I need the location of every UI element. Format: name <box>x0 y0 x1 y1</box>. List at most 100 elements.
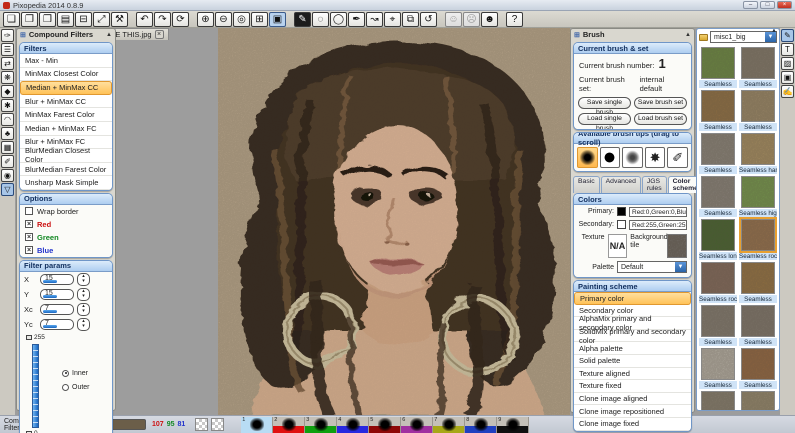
brush-tool-button[interactable]: ✑ <box>1 29 14 42</box>
new-file-button[interactable]: ❏ <box>3 12 20 27</box>
shuffle-button[interactable]: ⇄ <box>1 57 14 70</box>
filter-item[interactable]: Blur + MinMax CC <box>20 95 112 109</box>
painting-scheme-item[interactable]: Texture fixed <box>574 380 691 393</box>
tab-close-icon[interactable]: × <box>155 30 164 39</box>
secondary-color-swatch[interactable] <box>617 220 626 229</box>
painting-scheme-item[interactable]: Clone image repositioned <box>574 405 691 418</box>
canvas-workspace[interactable] <box>116 28 570 415</box>
load-brush-set-button[interactable]: Load brush set <box>634 113 687 125</box>
filter-item[interactable]: BlurMedian Closest Color <box>20 149 112 163</box>
monitor-button[interactable]: ▣ <box>269 12 286 27</box>
close-button[interactable]: × <box>777 1 792 9</box>
param-spinner[interactable]: ▴▾ <box>77 318 90 331</box>
transparency-swatch-1[interactable] <box>195 418 208 431</box>
panel-title-bar[interactable]: ⊞ Compound Filters ▲ <box>17 29 115 40</box>
texture-folder-dropdown[interactable]: misc1_big▼ <box>710 31 777 43</box>
texture-swatch[interactable]: Seamless rock <box>699 262 737 303</box>
param-value-field[interactable]: 7 <box>40 304 74 315</box>
brush-slot[interactable]: 1 <box>241 417 273 433</box>
painting-scheme-item[interactable]: Primary color <box>574 292 691 305</box>
mask-gray-button[interactable]: ☹ <box>463 12 480 27</box>
refresh-button[interactable]: ⟳ <box>172 12 189 27</box>
radio-inner[interactable]: Inner <box>62 370 88 377</box>
painting-scheme-item[interactable]: Clone image fixed <box>574 418 691 431</box>
painting-scheme-item[interactable]: SolidMix primary and secondary color <box>574 330 691 343</box>
filter-item[interactable]: BlurMedian Farest Color <box>20 163 112 177</box>
brush-tips-header[interactable]: Available brush tips (drag to scroll) <box>574 133 691 144</box>
arc-button[interactable]: ◠ <box>1 113 14 126</box>
save-single-brush-button[interactable]: Save single brush <box>578 97 631 109</box>
brush-tip-hard[interactable] <box>600 147 621 168</box>
knife-button[interactable]: ✐ <box>1 155 14 168</box>
option-row[interactable]: ×Red <box>20 218 112 231</box>
zoom-fit-button[interactable]: ⊞ <box>251 12 268 27</box>
redo-button[interactable]: ↷ <box>154 12 171 27</box>
painting-scheme-item[interactable]: Clone image aligned <box>574 393 691 406</box>
texture-swatch[interactable]: Seamless <box>699 305 737 346</box>
open-folder-button[interactable]: ▤ <box>57 12 74 27</box>
texture-swatch[interactable]: Seamless <box>699 90 737 131</box>
brush-slot[interactable]: 7 <box>433 417 465 433</box>
secondary-color-value[interactable]: Red:255,Green:255,Blue:255 <box>629 220 687 230</box>
background-tile-thumb[interactable] <box>667 234 687 258</box>
texture-swatch[interactable]: Seamless <box>739 262 777 303</box>
scroll-up-icon[interactable]: ▲ <box>771 28 777 34</box>
brush-slot[interactable]: 9 <box>497 417 529 433</box>
texture-swatch[interactable]: Seamless <box>699 391 737 411</box>
zoom-in-button[interactable]: ⊕ <box>197 12 214 27</box>
brush-slot[interactable]: 3 <box>305 417 337 433</box>
current-brush-header[interactable]: Current brush & set <box>574 43 691 54</box>
texture-swatch[interactable]: Seamless <box>739 348 777 389</box>
tools-button[interactable]: ⚒ <box>111 12 128 27</box>
texture-swatch[interactable]: Seamless <box>699 348 737 389</box>
tree-button[interactable]: ♣ <box>1 127 14 140</box>
palette-dropdown[interactable]: Default▼ <box>617 261 687 273</box>
droplet-fx-button[interactable]: ❋ <box>1 71 14 84</box>
filters-group-header[interactable]: Filters <box>20 43 112 54</box>
texture-swatch[interactable]: Seamless rock <box>739 219 777 260</box>
options-group-header[interactable]: Options <box>20 194 112 205</box>
pen-button[interactable]: ✎ <box>781 29 794 42</box>
adjust-sliders-button[interactable]: ☰ <box>1 43 14 56</box>
scanner-button[interactable]: ⤢ <box>93 12 110 27</box>
chevron-down-icon[interactable]: ▼ <box>675 262 686 272</box>
brush-slot[interactable]: 5 <box>369 417 401 433</box>
clone-stamp-button[interactable]: ✍ <box>781 85 794 98</box>
pen-tool-button[interactable]: ✎ <box>294 12 311 27</box>
pin-icon[interactable]: ▲ <box>106 32 112 38</box>
tab-jgs-rules[interactable]: JGS rules <box>642 176 667 193</box>
frame-button[interactable]: ⧉ <box>402 12 419 27</box>
filter-item[interactable]: Max - Min <box>20 54 112 68</box>
droplet-button[interactable]: ◆ <box>1 85 14 98</box>
canvas-image[interactable] <box>218 28 570 415</box>
undo-button[interactable]: ↶ <box>136 12 153 27</box>
zoom-out-button[interactable]: ⊖ <box>215 12 232 27</box>
param-value-field[interactable]: 15 <box>40 289 74 300</box>
image-frame-button[interactable]: ▣ <box>781 71 794 84</box>
texture-swatch[interactable]: Seamless hard <box>739 133 777 174</box>
grid-button[interactable]: ▦ <box>1 141 14 154</box>
filter-item[interactable]: Unsharp Mask Simple <box>20 176 112 190</box>
texture-swatch[interactable]: Seamless <box>699 47 737 88</box>
gear-button[interactable]: ✱ <box>1 99 14 112</box>
tab-advanced[interactable]: Advanced <box>601 176 641 193</box>
brush-slot[interactable]: 4 <box>337 417 369 433</box>
slider-handle[interactable] <box>26 335 32 340</box>
checkbox-checked-icon[interactable]: × <box>25 220 33 228</box>
texture-swatch[interactable]: Seamless <box>699 133 737 174</box>
option-row[interactable]: Wrap border <box>20 205 112 218</box>
eyedropper-button[interactable]: ✒ <box>348 12 365 27</box>
texture-swatch[interactable]: Seamless <box>739 90 777 131</box>
history-button[interactable]: ↺ <box>420 12 437 27</box>
painting-scheme-item[interactable]: Solid palette <box>574 355 691 368</box>
param-value-field[interactable]: 7 <box>40 319 74 330</box>
ellipse-select-button[interactable]: ◯ <box>330 12 347 27</box>
funnel-button[interactable]: ▽ <box>1 183 14 196</box>
texture-swatch[interactable]: Seamless <box>739 47 777 88</box>
checkbox-checked-icon[interactable]: × <box>25 246 33 254</box>
texture-swatch[interactable]: Seamless <box>699 176 737 217</box>
checkbox-checked-icon[interactable]: × <box>25 233 33 241</box>
image-tool-button[interactable]: ▨ <box>781 57 794 70</box>
open-image-button[interactable]: ❐ <box>21 12 38 27</box>
pin-icon[interactable]: ▲ <box>685 32 691 38</box>
